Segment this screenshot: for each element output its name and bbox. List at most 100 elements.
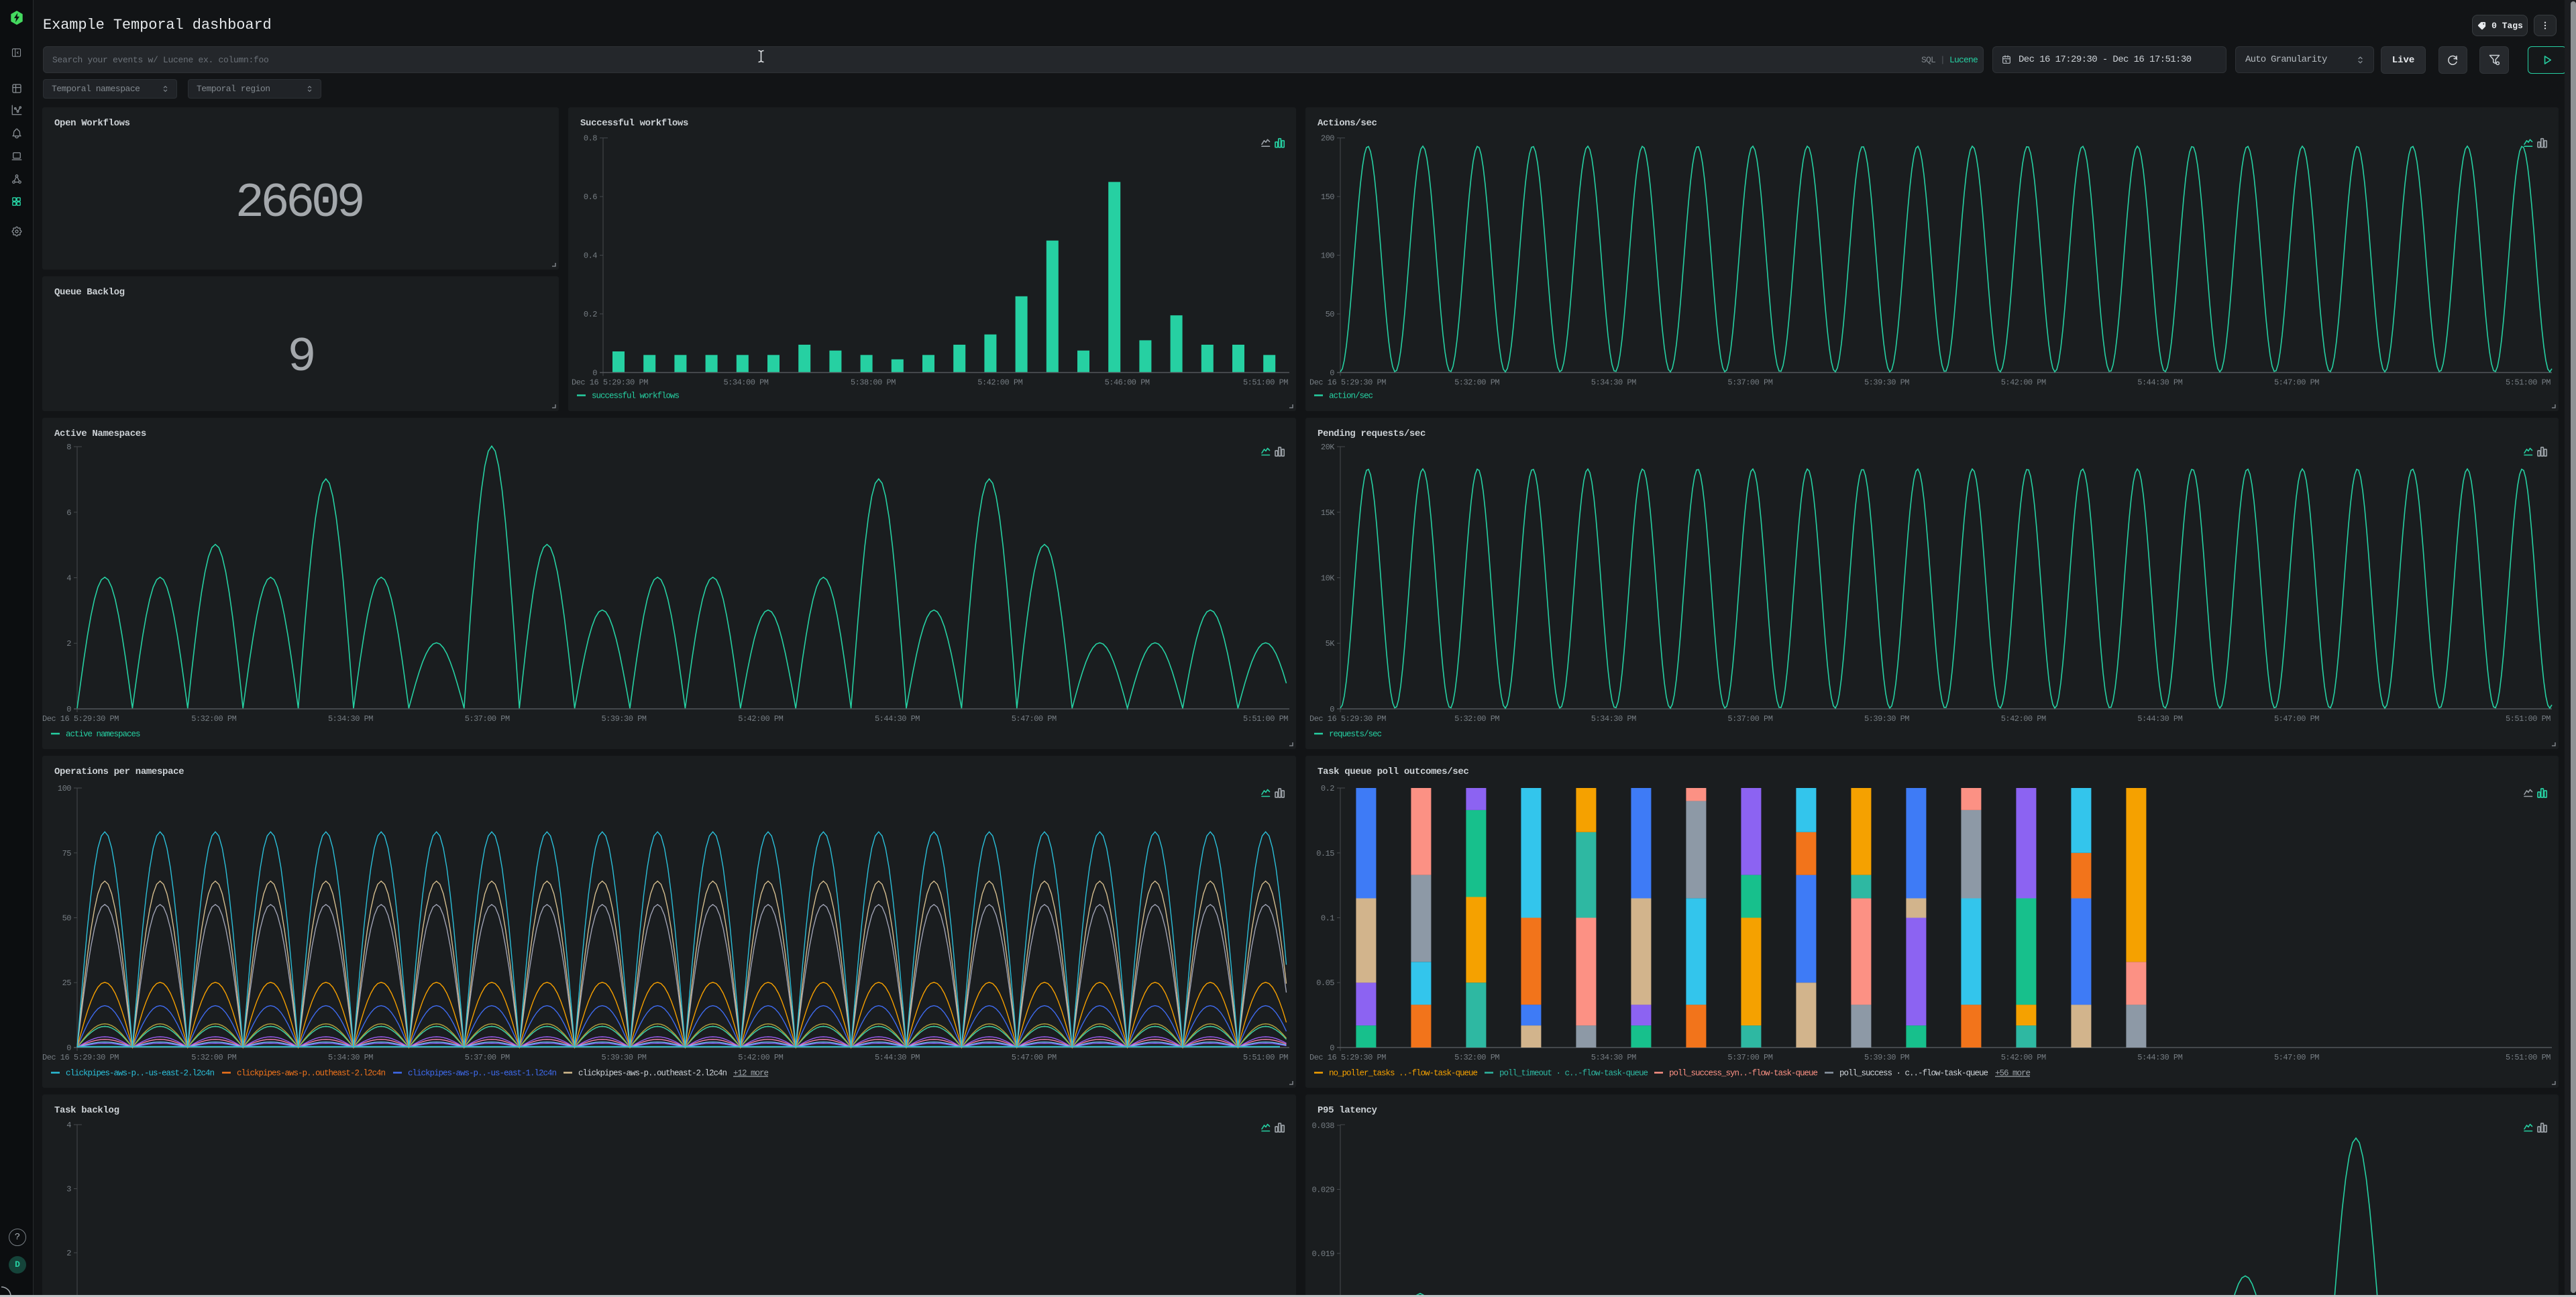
- svg-text:5:44:30 PM: 5:44:30 PM: [2137, 714, 2182, 724]
- svg-text:5:34:30 PM: 5:34:30 PM: [328, 714, 373, 724]
- svg-text:0: 0: [592, 369, 597, 378]
- svg-text:5:47:00 PM: 5:47:00 PM: [2274, 714, 2319, 724]
- svg-text:5:39:30 PM: 5:39:30 PM: [1864, 378, 1909, 388]
- svg-text:requests/sec: requests/sec: [1329, 730, 1382, 739]
- svg-text:0.4: 0.4: [584, 251, 597, 261]
- svg-text:Dec 16 5:29:30 PM: Dec 16 5:29:30 PM: [1309, 378, 1386, 388]
- svg-text:20K: 20K: [1321, 443, 1335, 452]
- svg-text:0.2: 0.2: [584, 310, 597, 319]
- svg-text:2: 2: [66, 1249, 71, 1258]
- svg-text:5:44:30 PM: 5:44:30 PM: [875, 1053, 920, 1062]
- svg-text:75: 75: [62, 849, 72, 858]
- svg-text:poll_success · c..-flow-task-q: poll_success · c..-flow-task-queue: [1839, 1069, 1988, 1078]
- svg-text:5:51:00 PM: 5:51:00 PM: [1243, 1053, 1288, 1062]
- svg-text:5:42:00 PM: 5:42:00 PM: [977, 378, 1022, 388]
- svg-text:0: 0: [1330, 1044, 1334, 1053]
- svg-text:0.8: 0.8: [584, 134, 597, 144]
- svg-text:6: 6: [66, 508, 71, 518]
- svg-text:5:34:00 PM: 5:34:00 PM: [723, 378, 768, 388]
- svg-text:0.038: 0.038: [1311, 1121, 1334, 1131]
- svg-text:10K: 10K: [1321, 574, 1335, 583]
- svg-text:Dec 16 5:29:30 PM: Dec 16 5:29:30 PM: [1309, 1053, 1386, 1062]
- svg-text:5:37:00 PM: 5:37:00 PM: [465, 1053, 510, 1062]
- svg-text:5:44:30 PM: 5:44:30 PM: [875, 714, 920, 724]
- svg-text:clickpipes-aws-p..-us-east-1.l: clickpipes-aws-p..-us-east-1.l2c4n: [408, 1069, 557, 1078]
- svg-text:5:47:00 PM: 5:47:00 PM: [2274, 1053, 2319, 1062]
- svg-text:5:32:00 PM: 5:32:00 PM: [1454, 714, 1499, 724]
- svg-text:Dec 16 5:29:30 PM: Dec 16 5:29:30 PM: [572, 378, 648, 388]
- svg-text:50: 50: [62, 914, 72, 923]
- svg-text:0.2: 0.2: [1321, 784, 1334, 793]
- svg-text:5:42:00 PM: 5:42:00 PM: [2001, 1053, 2046, 1062]
- svg-text:poll_success_syn..-flow-task-q: poll_success_syn..-flow-task-queue: [1669, 1069, 1818, 1078]
- svg-text:Dec 16 5:29:30 PM: Dec 16 5:29:30 PM: [42, 714, 119, 724]
- svg-text:Dec 16 5:29:30 PM: Dec 16 5:29:30 PM: [1309, 714, 1386, 724]
- svg-text:150: 150: [1321, 192, 1334, 202]
- svg-text:3: 3: [66, 1185, 71, 1194]
- svg-text:Queue Backlog: Queue Backlog: [54, 287, 125, 298]
- svg-text:5:34:30 PM: 5:34:30 PM: [1591, 378, 1636, 388]
- svg-text:clickpipes-aws-p..-us-east-2.l: clickpipes-aws-p..-us-east-2.l2c4n: [66, 1069, 215, 1078]
- svg-text:0.029: 0.029: [1311, 1186, 1334, 1195]
- svg-text:Active Namespaces: Active Namespaces: [54, 429, 146, 439]
- svg-text:9: 9: [287, 330, 316, 385]
- svg-text:2: 2: [66, 639, 71, 648]
- svg-text:5:32:00 PM: 5:32:00 PM: [1454, 1053, 1499, 1062]
- svg-text:50: 50: [1326, 310, 1335, 319]
- svg-text:5:38:00 PM: 5:38:00 PM: [851, 378, 896, 388]
- svg-text:5:42:00 PM: 5:42:00 PM: [738, 714, 783, 724]
- svg-text:0.6: 0.6: [584, 192, 597, 202]
- svg-text:active namespaces: active namespaces: [66, 730, 140, 739]
- svg-text:successful workflows: successful workflows: [592, 392, 680, 401]
- svg-text:poll_timeout · c..-flow-task-q: poll_timeout · c..-flow-task-queue: [1499, 1069, 1648, 1078]
- svg-text:5:42:00 PM: 5:42:00 PM: [2001, 714, 2046, 724]
- svg-text:100: 100: [58, 784, 71, 793]
- svg-text:5:39:30 PM: 5:39:30 PM: [601, 1053, 646, 1062]
- svg-text:5:37:00 PM: 5:37:00 PM: [1727, 378, 1772, 388]
- svg-text:5:47:00 PM: 5:47:00 PM: [1012, 714, 1057, 724]
- svg-text:5:42:00 PM: 5:42:00 PM: [2001, 378, 2046, 388]
- svg-text:+12 more: +12 more: [733, 1069, 769, 1078]
- svg-text:5:51:00 PM: 5:51:00 PM: [2506, 714, 2551, 724]
- svg-text:0.019: 0.019: [1311, 1249, 1334, 1259]
- svg-text:5:42:00 PM: 5:42:00 PM: [738, 1053, 783, 1062]
- svg-text:5:34:30 PM: 5:34:30 PM: [1591, 1053, 1636, 1062]
- svg-text:5:51:00 PM: 5:51:00 PM: [1243, 378, 1288, 388]
- svg-text:5:51:00 PM: 5:51:00 PM: [2506, 378, 2551, 388]
- svg-text:0: 0: [1330, 369, 1334, 378]
- svg-text:5:39:30 PM: 5:39:30 PM: [1864, 714, 1909, 724]
- svg-text:Task queue poll outcomes/sec: Task queue poll outcomes/sec: [1318, 767, 1468, 777]
- svg-text:0.15: 0.15: [1316, 849, 1334, 858]
- svg-text:Dec 16 5:29:30 PM: Dec 16 5:29:30 PM: [42, 1053, 119, 1062]
- svg-text:100: 100: [1321, 251, 1334, 261]
- svg-text:5:32:00 PM: 5:32:00 PM: [191, 714, 236, 724]
- svg-text:5:46:00 PM: 5:46:00 PM: [1105, 378, 1150, 388]
- svg-text:Successful workflows: Successful workflows: [580, 118, 688, 129]
- svg-text:5:37:00 PM: 5:37:00 PM: [1727, 1053, 1772, 1062]
- svg-text:5:39:30 PM: 5:39:30 PM: [601, 714, 646, 724]
- svg-text:no_poller_tasks ..-flow-task-q: no_poller_tasks ..-flow-task-queue: [1329, 1069, 1478, 1078]
- svg-text:8: 8: [66, 443, 71, 452]
- svg-text:15K: 15K: [1321, 508, 1335, 518]
- svg-text:5:37:00 PM: 5:37:00 PM: [1727, 714, 1772, 724]
- svg-text:5K: 5K: [1326, 639, 1336, 648]
- svg-text:Pending requests/sec: Pending requests/sec: [1318, 429, 1426, 439]
- svg-text:4: 4: [66, 1121, 71, 1130]
- svg-text:5:34:30 PM: 5:34:30 PM: [1591, 714, 1636, 724]
- svg-text:clickpipes-aws-p..outheast-2.l: clickpipes-aws-p..outheast-2.l2c4n: [237, 1069, 386, 1078]
- svg-text:5:51:00 PM: 5:51:00 PM: [2506, 1053, 2551, 1062]
- svg-text:0.1: 0.1: [1321, 914, 1334, 923]
- svg-text:4: 4: [66, 574, 71, 583]
- svg-text:action/sec: action/sec: [1329, 392, 1373, 401]
- svg-text:Task backlog: Task backlog: [54, 1105, 119, 1116]
- svg-text:5:44:30 PM: 5:44:30 PM: [2137, 1053, 2182, 1062]
- svg-text:P95 latency: P95 latency: [1318, 1105, 1378, 1116]
- svg-text:25: 25: [62, 978, 72, 988]
- svg-text:0.05: 0.05: [1316, 978, 1334, 988]
- svg-text:5:51:00 PM: 5:51:00 PM: [1243, 714, 1288, 724]
- svg-text:+56 more: +56 more: [1995, 1069, 2031, 1078]
- svg-text:0: 0: [66, 705, 71, 714]
- svg-text:5:47:00 PM: 5:47:00 PM: [1012, 1053, 1057, 1062]
- svg-text:0: 0: [66, 1044, 71, 1053]
- svg-text:5:37:00 PM: 5:37:00 PM: [465, 714, 510, 724]
